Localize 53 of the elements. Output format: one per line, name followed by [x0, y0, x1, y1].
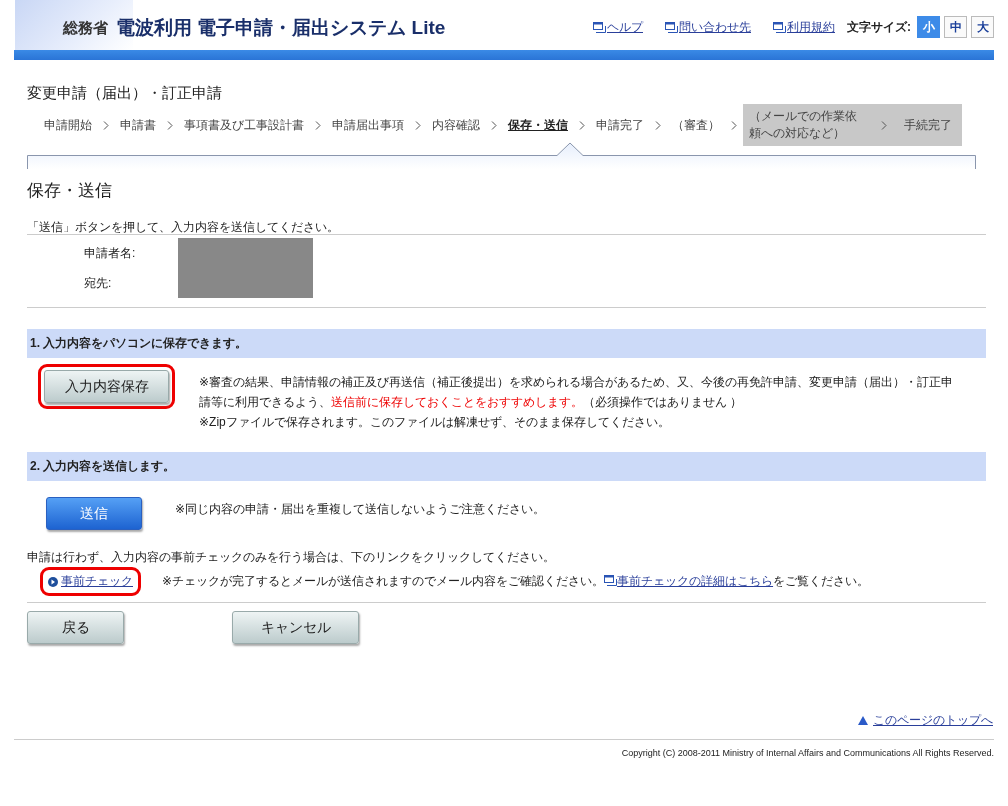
chevron-icon: [415, 120, 421, 130]
circle-arrow-icon: [48, 576, 58, 587]
font-size-button[interactable]: 大: [971, 16, 994, 38]
step-label: 申請開始: [44, 116, 92, 134]
chevron-icon: [491, 120, 497, 130]
chevron-icon: [579, 120, 585, 130]
triangle-up-icon: [858, 716, 868, 725]
section-heading: 2. 入力内容を送信します。: [27, 452, 986, 481]
window-icon: [665, 21, 678, 33]
back-button[interactable]: 戻る: [27, 611, 124, 644]
cancel-button[interactable]: キャンセル: [232, 611, 359, 644]
field-label: 申請者名:: [83, 244, 137, 262]
chevron-icon: [655, 120, 661, 130]
step-label: 保存・送信: [508, 116, 568, 134]
header-link[interactable]: ヘルプ: [593, 18, 643, 36]
instruction-text: 申請は行わず、入力内容の事前チェックのみを行う場合は、下のリンクをクリックしてください。: [27, 549, 556, 566]
copyright-text: Copyright (C) 2008-2011 Ministry of Internal Affairs and Communications All Rights Reserved.: [620, 748, 994, 758]
section-heading: 1. 入力内容をパソコンに保存できます。: [27, 329, 986, 358]
step-label: 申請届出事項: [332, 116, 404, 134]
send-button[interactable]: 送信: [46, 497, 142, 530]
window-icon: [604, 575, 618, 586]
section-title: 保存・送信: [27, 180, 113, 202]
note-text: ※チェックが完了するとメールが送信されますのでメール内容をご確認ください。 事前チェックの詳細はこちら をご覧ください。: [162, 573, 870, 590]
note-text: ※同じ内容の申請・届出を重複して送信しないようご注意ください。: [175, 501, 546, 518]
step-label: 申請完了: [596, 116, 644, 134]
note-text: ※審査の結果、申請情報の補正及び再送信（補正後提出）を求められる場合があるため、又、今後の再免許申請、変更申請（届出）・訂正申請等に利用できるよう、送信前に保存しておくことをおすすめします。（必須操作ではありません ）: [199, 374, 955, 411]
window-icon: [773, 21, 786, 33]
chevron-icon: [731, 120, 737, 130]
page-title: 変更申請（届出）・訂正申請: [27, 84, 223, 103]
chevron-icon: [103, 120, 109, 130]
step-label: 手続完了: [904, 116, 952, 134]
window-icon: [593, 21, 606, 33]
header-link[interactable]: 問い合わせ先: [665, 18, 751, 36]
note-text: ※Zipファイルで保存されます。このファイルは解凍せず、そのまま保存してください。: [199, 414, 671, 431]
ministry-name: 総務省: [63, 18, 108, 38]
step-label: 申請書: [120, 116, 156, 134]
font-size-button[interactable]: 中: [944, 16, 967, 38]
system-title: 電波利用 電子申請・届出システム Lite: [116, 16, 446, 40]
chevron-icon: [315, 120, 321, 130]
step-label: 事項書及び工事設計書: [184, 116, 304, 134]
step-label: （審査）: [672, 116, 720, 134]
precheck-details-link[interactable]: 事前チェックの詳細はこちら: [604, 574, 774, 588]
precheck-link[interactable]: 事前チェック: [46, 573, 135, 590]
field-label: 宛先:: [83, 274, 113, 292]
step-label: 内容確認: [432, 116, 480, 134]
chevron-icon: [881, 120, 887, 130]
step-label: （メールでの作業依頼への対応など）: [749, 108, 858, 142]
font-size-label: 文字サイズ:: [847, 18, 911, 36]
header-link[interactable]: 利用規約: [773, 18, 835, 36]
chevron-icon: [167, 120, 173, 130]
page-top-link[interactable]: このページのトップへ: [858, 712, 993, 729]
save-input-button[interactable]: 入力内容保存: [44, 370, 169, 403]
instruction-text: 「送信」ボタンを押して、入力内容を送信してください。: [27, 219, 340, 234]
